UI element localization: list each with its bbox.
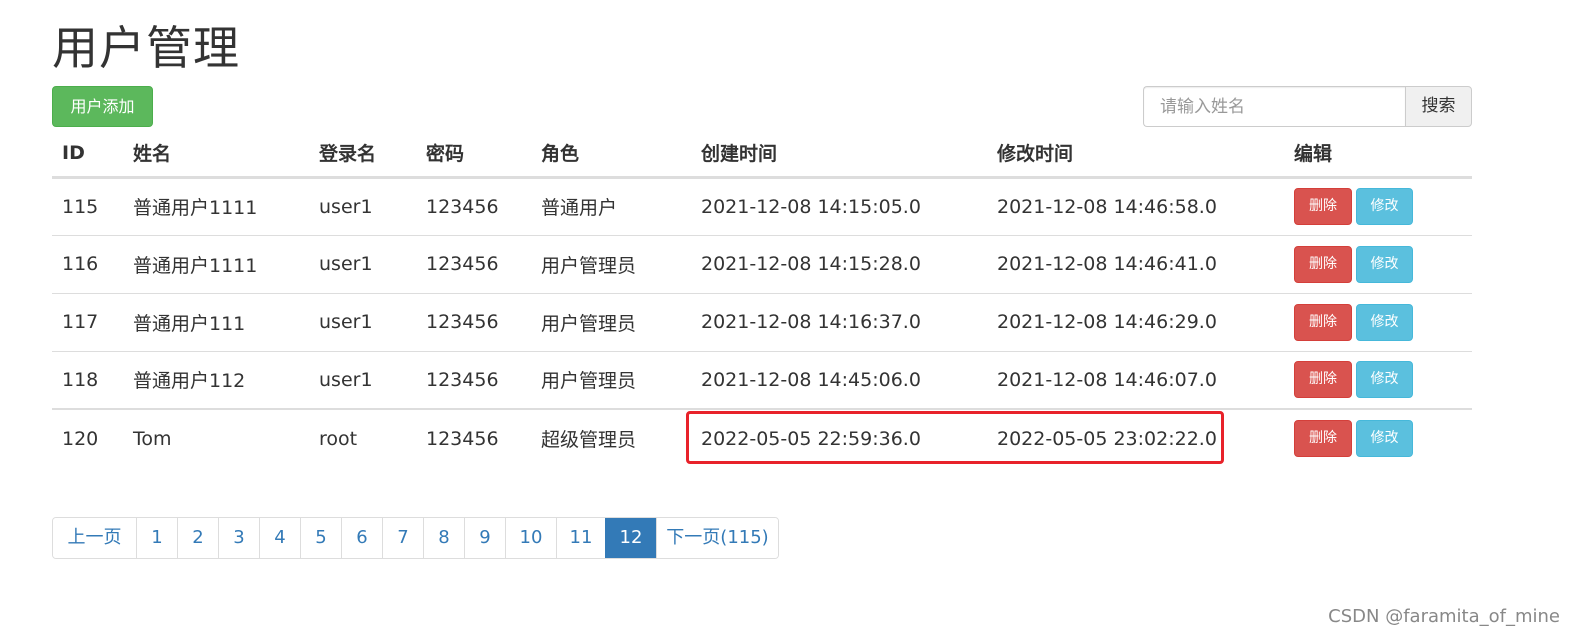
header-password: 密码: [416, 130, 531, 179]
page-link[interactable]: 2: [177, 518, 218, 558]
cell-modified: 2021-12-08 14:46:07.0: [987, 350, 1284, 409]
cell-login: user1: [309, 350, 416, 409]
cell-login: user1: [309, 292, 416, 351]
header-role: 角色: [531, 130, 691, 179]
next-page-link[interactable]: 下一页(115): [656, 518, 778, 558]
cell-id: 116: [52, 234, 123, 293]
page-link-active[interactable]: 12: [605, 518, 656, 558]
cell-edit: 删除 修改: [1284, 408, 1472, 467]
cell-created: 2021-12-08 14:15:05.0: [701, 195, 921, 218]
page-link[interactable]: 6: [341, 518, 382, 558]
cell-password: 123456: [416, 234, 531, 293]
user-management-page: 用户管理 用户添加 搜索 ID 姓名 登录名 密码 角色 创建时间 修改时间 编…: [0, 0, 1574, 639]
cell-id: 115: [62, 195, 99, 218]
modify-button[interactable]: 修改: [1356, 188, 1413, 225]
header-modified: 修改时间: [987, 130, 1284, 179]
page-link[interactable]: 4: [259, 518, 300, 558]
cell-modified: 2021-12-08 14:46:29.0: [987, 292, 1284, 351]
cell-password: 123456: [416, 292, 531, 351]
page-link[interactable]: 9: [464, 518, 505, 558]
cell-password: 123456: [416, 408, 531, 467]
prev-page-link[interactable]: 上一页: [53, 518, 136, 558]
page-title: 用户管理: [52, 21, 240, 75]
table-row: 116 普通用户1111 user1 123456 用户管理员 2021-12-…: [52, 234, 1472, 293]
search-bar: 搜索: [1143, 86, 1472, 127]
pagination: 上一页 1 2 3 4 5 6 7 8 9 10 11 12 下一页(115): [52, 517, 779, 559]
delete-button[interactable]: 删除: [1294, 361, 1352, 399]
cell-created: 2022-05-05 22:59:36.0: [691, 408, 987, 467]
page-link[interactable]: 11: [556, 518, 605, 558]
search-button[interactable]: 搜索: [1405, 86, 1472, 127]
cell-edit: 删除 修改: [1284, 350, 1472, 409]
cell-role: 用户管理员: [531, 350, 691, 409]
header-login: 登录名: [309, 130, 416, 179]
modify-button[interactable]: 修改: [1356, 303, 1413, 341]
header-created: 创建时间: [691, 130, 987, 179]
modify-button[interactable]: 修改: [1356, 420, 1413, 457]
cell-role: 普通用户: [541, 197, 618, 219]
watermark-text: CSDN @faramita_of_mine: [1328, 606, 1560, 627]
table-row: 120 Tom root 123456 超级管理员 2022-05-05 22:…: [52, 408, 1472, 467]
cell-name: 普通用户1111: [133, 197, 258, 219]
delete-button[interactable]: 删除: [1294, 420, 1352, 457]
cell-role: 超级管理员: [531, 408, 691, 467]
cell-edit: 删除 修改: [1284, 234, 1472, 293]
table-row: 118 普通用户112 user1 123456 用户管理员 2021-12-0…: [52, 350, 1472, 409]
delete-button[interactable]: 删除: [1294, 245, 1352, 283]
delete-button[interactable]: 删除: [1294, 303, 1352, 341]
cell-login: root: [309, 408, 416, 467]
cell-created: 2021-12-08 14:45:06.0: [691, 350, 987, 409]
cell-modified: 2021-12-08 14:46:41.0: [987, 234, 1284, 293]
cell-login: user1: [309, 234, 416, 293]
cell-name: 普通用户111: [123, 292, 309, 351]
cell-name: 普通用户112: [123, 350, 309, 409]
delete-button[interactable]: 删除: [1294, 188, 1352, 225]
cell-name: Tom: [123, 408, 309, 467]
cell-id: 120: [52, 408, 123, 467]
cell-edit: 删除 修改: [1284, 177, 1472, 235]
cell-created: 2021-12-08 14:16:37.0: [691, 292, 987, 351]
page-link[interactable]: 1: [136, 518, 177, 558]
table-header-row: ID 姓名 登录名 密码 角色 创建时间 修改时间 编辑: [52, 130, 1472, 179]
page-link[interactable]: 8: [423, 518, 464, 558]
page-link[interactable]: 7: [382, 518, 423, 558]
cell-password: 123456: [416, 350, 531, 409]
cell-edit: 删除 修改: [1284, 292, 1472, 351]
header-name: 姓名: [123, 130, 309, 179]
cell-role: 用户管理员: [531, 234, 691, 293]
header-edit: 编辑: [1284, 130, 1472, 179]
search-input[interactable]: [1143, 86, 1405, 127]
modify-button[interactable]: 修改: [1356, 361, 1413, 399]
cell-login: user1: [319, 195, 373, 218]
add-user-button[interactable]: 用户添加: [52, 86, 153, 127]
page-link[interactable]: 3: [218, 518, 259, 558]
cell-id: 117: [52, 292, 123, 351]
table-row: 117 普通用户111 user1 123456 用户管理员 2021-12-0…: [52, 292, 1472, 351]
cell-name: 普通用户1111: [123, 234, 309, 293]
cell-modified: 2022-05-05 23:02:22.0: [987, 408, 1284, 467]
cell-id: 118: [52, 350, 123, 409]
cell-created: 2021-12-08 14:15:28.0: [691, 234, 987, 293]
page-link[interactable]: 10: [505, 518, 556, 558]
modify-button[interactable]: 修改: [1356, 245, 1413, 283]
table-row: 115 普通用户1111 user1 123456 普通用户 2021-12-0…: [52, 177, 1472, 235]
cell-role: 用户管理员: [531, 292, 691, 351]
user-table: ID 姓名 登录名 密码 角色 创建时间 修改时间 编辑 115 普通用户111…: [52, 130, 1472, 467]
cell-password: 123456: [426, 195, 499, 218]
page-link[interactable]: 5: [300, 518, 341, 558]
cell-modified: 2021-12-08 14:46:58.0: [997, 195, 1217, 218]
header-id: ID: [52, 130, 123, 179]
